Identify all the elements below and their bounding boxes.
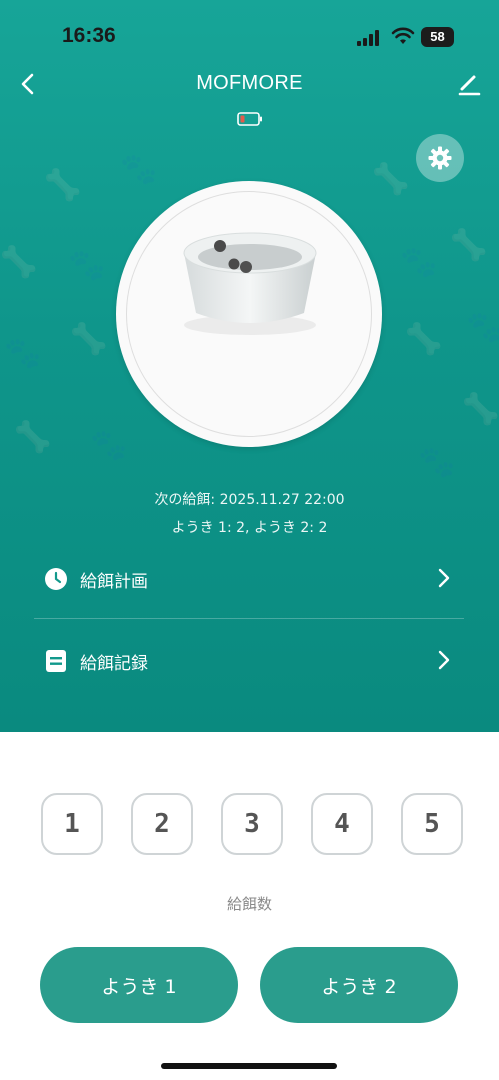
portion-option-1[interactable]: 1	[41, 793, 103, 855]
bone-decoration-icon: 🦴	[450, 228, 488, 263]
bone-decoration-icon: 🦴	[462, 392, 499, 427]
portion-number-selector[interactable]: 1 2 3 4 5	[0, 793, 499, 857]
phone-battery-indicator: 58	[421, 27, 454, 47]
paw-decoration-icon: 🐾	[418, 445, 456, 480]
portion-option-2[interactable]: 2	[131, 793, 193, 855]
food-bowl-icon	[183, 232, 317, 335]
bone-decoration-icon: 🦴	[14, 420, 52, 455]
feed-bowl-1-button[interactable]: ようき 1	[40, 947, 238, 1023]
menu-feeding-record-label: 給餌記録	[80, 654, 148, 674]
hero-panel: 🦴 🐾 🦴 🦴 🐾 🦴 🐾 🦴 🐾 🦴 🐾 🦴 🐾 🦴 🐾 16:36 58 M…	[0, 0, 499, 732]
portion-option-5[interactable]: 5	[401, 793, 463, 855]
paw-decoration-icon: 🐾	[466, 310, 499, 345]
edit-pencil-icon[interactable]	[453, 68, 485, 100]
paw-decoration-icon: 🐾	[4, 336, 42, 371]
status-bar: 16:36 58	[0, 0, 499, 70]
feeder-device-image	[116, 181, 382, 447]
next-feeding-portions: ようき 1: 2, ようき 2: 2	[171, 520, 328, 536]
portion-count-label: 給餌数	[226, 895, 272, 913]
page-title: MOFMORE	[196, 72, 303, 94]
wifi-icon	[391, 27, 415, 44]
bone-decoration-icon: 🦴	[372, 162, 410, 197]
bone-decoration-icon: 🦴	[44, 168, 82, 203]
paw-decoration-icon: 🐾	[68, 248, 106, 283]
chevron-right-icon	[438, 650, 450, 670]
menu-feeding-plan-label: 給餌計画	[80, 572, 148, 592]
signal-icon	[357, 30, 379, 46]
menu-feeding-plan[interactable]: 給餌計画	[34, 548, 464, 608]
home-indicator	[161, 1063, 337, 1069]
list-icon	[46, 650, 66, 672]
paw-decoration-icon: 🐾	[90, 428, 128, 463]
feed-bowl-2-button[interactable]: ようき 2	[260, 947, 458, 1023]
bone-decoration-icon: 🦴	[70, 322, 108, 357]
paw-decoration-icon: 🐾	[400, 245, 438, 280]
paw-decoration-icon: 🐾	[120, 152, 158, 187]
nav-bar: MOFMORE	[0, 62, 499, 106]
gear-icon	[428, 146, 452, 170]
chevron-right-icon	[438, 568, 450, 588]
status-time: 16:36	[62, 24, 116, 47]
portion-option-3[interactable]: 3	[221, 793, 283, 855]
bone-decoration-icon: 🦴	[0, 245, 38, 280]
bone-decoration-icon: 🦴	[405, 322, 443, 357]
clock-icon	[45, 568, 67, 590]
menu-divider	[34, 618, 464, 619]
device-battery-icon	[237, 112, 262, 126]
portion-option-4[interactable]: 4	[311, 793, 373, 855]
settings-button[interactable]	[416, 134, 464, 182]
next-feeding-text: 次の給餌: 2025.11.27 22:00	[154, 492, 345, 508]
menu-feeding-record[interactable]: 給餌記録	[34, 630, 464, 690]
